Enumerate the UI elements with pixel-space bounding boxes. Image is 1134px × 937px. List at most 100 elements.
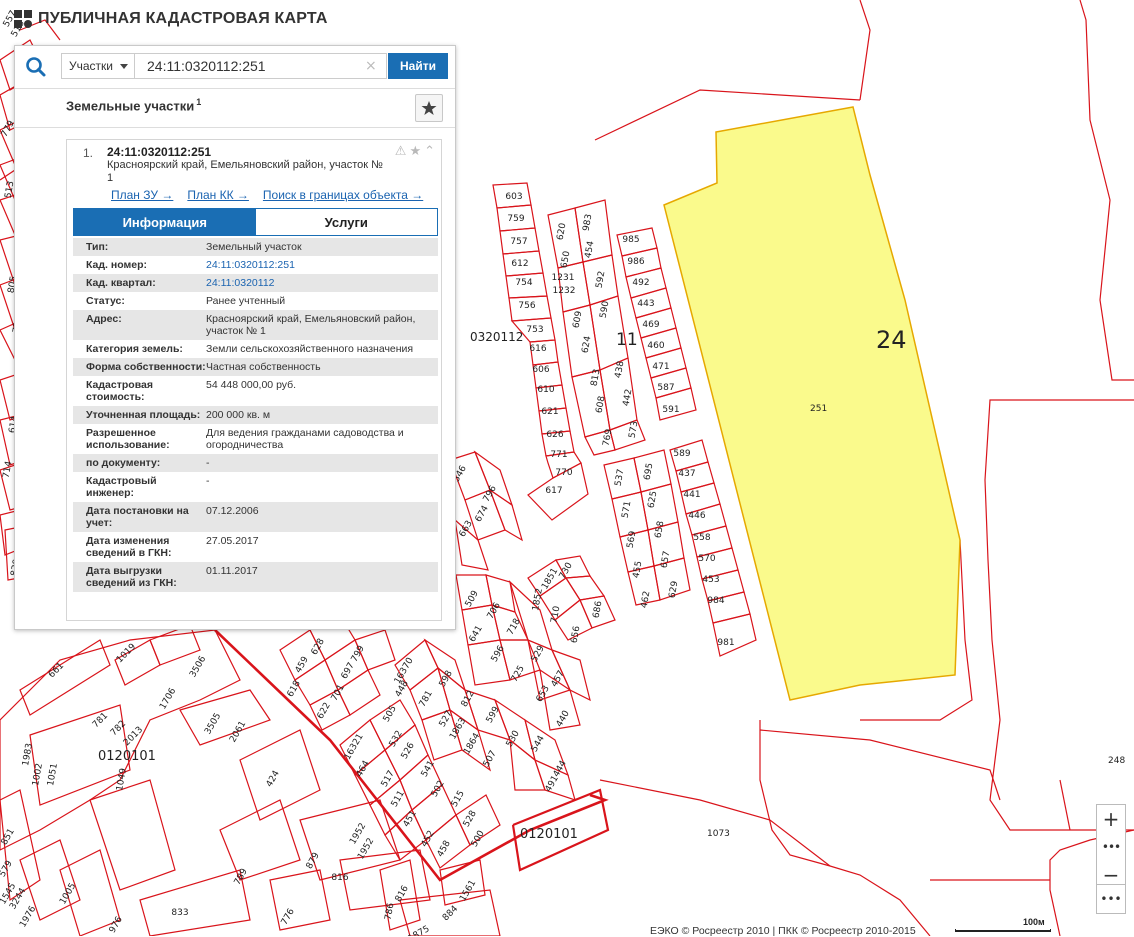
info-key: Кад. квартал:	[86, 277, 156, 289]
info-row: Кад. квартал: 24:11:0320112	[73, 274, 438, 292]
zoom-more-button[interactable]: •••	[1097, 833, 1125, 861]
plot-number-label: 1231	[552, 273, 575, 283]
info-key: Кадастровый инженер:	[86, 475, 157, 499]
result-number: 1.	[83, 146, 94, 160]
plan-kk-link[interactable]: План КК →	[187, 188, 249, 202]
clear-icon[interactable]: ×	[365, 57, 377, 75]
info-row: Разрешенное использование: Для ведения гр…	[73, 424, 438, 454]
results-count: 1	[196, 97, 202, 107]
district-code-label: 24	[876, 326, 907, 354]
info-value: 54 448 000,00 руб.	[206, 379, 297, 391]
star-icon[interactable]: ★	[409, 144, 421, 159]
plot-number-label: 759	[507, 214, 524, 224]
results-title-text: Земельные участки	[66, 98, 195, 114]
info-key: Кад. номер:	[86, 259, 148, 271]
info-key: Адрес:	[86, 313, 122, 325]
plot-number-label: 984	[707, 596, 724, 606]
plot-number-label: 816	[331, 873, 348, 883]
info-row: Адрес: Красноярский край, Емельяновский р…	[73, 310, 438, 340]
info-value: Частная собственность	[206, 361, 321, 373]
plot-number-label: 446	[688, 511, 705, 521]
selected-plot-label: 251	[810, 404, 827, 414]
info-value[interactable]: 24:11:0320112	[206, 277, 426, 289]
plot-number-label: 616	[529, 344, 546, 354]
info-key: Категория земель:	[86, 343, 183, 355]
card-links: План ЗУ → План КК → Поиск в границах объ…	[111, 188, 423, 202]
search-type-label: Участки	[69, 59, 113, 73]
info-value: Земли сельскохозяйственного назначения	[206, 343, 414, 355]
more-options-button[interactable]: •••	[1096, 884, 1126, 914]
info-value[interactable]: 24:11:0320112:251	[206, 259, 426, 271]
tab-services[interactable]: Услуги	[255, 209, 437, 235]
warning-icon[interactable]: ⚠	[395, 144, 407, 159]
results-header: Земельные участки 1	[15, 89, 455, 128]
app-title: ПУБЛИЧНАЯ КАДАСТРОВАЯ КАРТА	[38, 10, 328, 27]
plot-number-label: 771	[550, 450, 567, 460]
star-icon	[421, 101, 437, 115]
search-icon[interactable]	[23, 54, 49, 80]
search-type-select[interactable]: Участки	[61, 53, 135, 79]
info-row: Категория земель: Земли сельскохозяйствен…	[73, 340, 438, 358]
quarter-label: 0320112	[470, 330, 523, 344]
info-key: Форма собственности:	[86, 361, 206, 373]
plot-number-label: 986	[627, 257, 644, 267]
results-title: Земельные участки 1	[66, 97, 201, 113]
info-row: Кадастровый инженер: -	[73, 472, 438, 502]
plot-number-label: 437	[678, 469, 695, 479]
plot-number-label: 1232	[553, 286, 576, 296]
find-button[interactable]: Найти	[388, 53, 448, 79]
favorites-button[interactable]	[415, 94, 443, 122]
info-key: Кадастровая стоимость:	[86, 379, 153, 403]
plot-number-label: 469	[642, 320, 659, 330]
result-card[interactable]: 1. 24:11:0320112:251 Красноярский край, …	[66, 139, 442, 621]
copyright-text: ЕЭКО © Росреестр 2010 | ПКК © Росреестр …	[650, 925, 916, 937]
scale-label: 100м	[1023, 917, 1045, 927]
zoom-in-button[interactable]: +	[1097, 805, 1125, 833]
plan-zu-link[interactable]: План ЗУ →	[111, 188, 173, 202]
plot-number-label: 617	[545, 486, 562, 496]
plot-number-label: 606	[532, 365, 549, 375]
result-cadastral-id[interactable]: 24:11:0320112:251	[107, 145, 211, 159]
rosreestr-logo-icon	[14, 10, 32, 28]
info-value: 01.11.2017	[206, 565, 258, 577]
search-input[interactable]	[135, 53, 387, 79]
info-row: по документу: -	[73, 454, 438, 472]
plot-number-label: 443	[637, 299, 654, 309]
plot-number-label: 610	[537, 385, 554, 395]
info-key: Статус:	[86, 295, 125, 307]
scale-bar: 100м	[955, 917, 1055, 932]
info-value: Для ведения гражданами садоводства и ого…	[206, 427, 404, 451]
tab-information[interactable]: Информация	[74, 209, 256, 235]
plot-number-label: 589	[673, 449, 690, 459]
chevron-up-icon[interactable]: ⌃	[424, 144, 435, 159]
plot-number-label: 985	[622, 235, 639, 245]
info-table: Тип: Земельный участок Кад. номер: 24:11:03…	[73, 238, 438, 592]
info-key: Уточненная площадь:	[86, 409, 201, 421]
info-row: Статус: Ранее учтенный	[73, 292, 438, 310]
plot-number-label: 587	[657, 383, 674, 393]
search-in-bounds-link[interactable]: Поиск в границах объекта →	[263, 188, 423, 202]
search-bar: Участки × Найти	[15, 46, 455, 89]
info-key: Дата постановки на учет:	[86, 505, 189, 529]
info-row: Кад. номер: 24:11:0320112:251	[73, 256, 438, 274]
scale-bar-line	[955, 929, 1051, 932]
card-tabs: Информация Услуги	[73, 208, 438, 236]
plot-number-label: 558	[693, 533, 710, 543]
info-value: 27.05.2017	[206, 535, 259, 547]
quarter-label-2: 0120101	[98, 749, 156, 764]
plot-number-label: 460	[647, 341, 664, 351]
plot-number-label: 626	[546, 430, 563, 440]
plot-number-label: 621	[541, 407, 558, 417]
quarter-label-3: 0120101	[520, 827, 578, 842]
plot-number-label: 603	[505, 192, 522, 202]
info-row: Форма собственности: Частная собственност…	[73, 358, 438, 376]
info-row: Тип: Земельный участок	[73, 238, 438, 256]
plot-number-label: 612	[511, 259, 528, 269]
plot-number-label: 453	[702, 575, 719, 585]
zoom-control: + ••• −	[1096, 804, 1126, 890]
chevron-down-icon	[120, 64, 128, 69]
plot-248-label: 248	[1108, 756, 1125, 766]
plot-number-label: 833	[171, 908, 188, 918]
plot-number-label: 753	[526, 325, 543, 335]
info-key: по документу:	[86, 457, 161, 469]
